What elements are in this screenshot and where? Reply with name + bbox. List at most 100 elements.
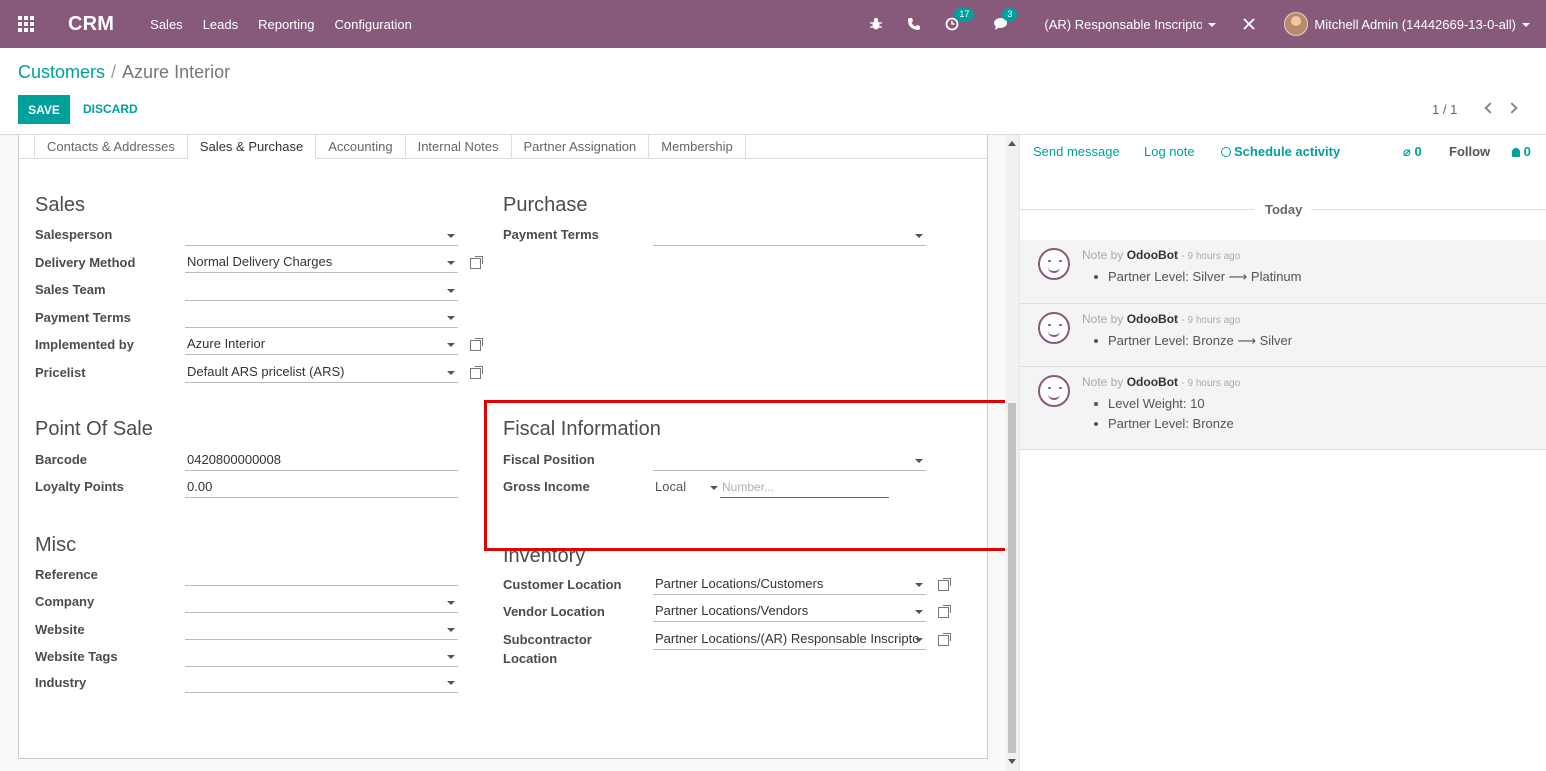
message-prefix: Note by [1082, 312, 1124, 326]
chevron-down-icon [915, 638, 923, 642]
chevron-down-icon [915, 583, 923, 587]
company-switcher[interactable]: (AR) Responsable Inscripto [1044, 16, 1217, 33]
scroll-down-icon[interactable] [1008, 759, 1016, 764]
company-name: (AR) Responsable Inscripto [1044, 17, 1203, 33]
message-author[interactable]: OdooBot [1127, 248, 1178, 262]
message-author[interactable]: OdooBot [1127, 312, 1178, 326]
company-field[interactable] [185, 592, 458, 613]
user-icon [1512, 148, 1520, 157]
pager-next-icon[interactable] [1506, 98, 1522, 118]
user-menu[interactable]: Mitchell Admin (14442669-13-0-all) [1314, 17, 1530, 32]
vendor-location-label: Vendor Location [503, 604, 605, 619]
external-link-icon[interactable] [938, 633, 951, 646]
followers-button[interactable]: 0 [1512, 144, 1531, 159]
send-message-button[interactable]: Send message [1033, 144, 1120, 159]
website-field[interactable] [185, 619, 458, 640]
messages-icon[interactable]: 3 [993, 8, 1018, 31]
odoobot-avatar-icon [1038, 248, 1070, 280]
external-link-icon[interactable] [938, 578, 951, 591]
pager-previous-icon[interactable] [1482, 98, 1496, 118]
message-tracking-line: Partner Level: Bronze ⟶ Silver [1093, 333, 1293, 348]
external-link-icon[interactable] [470, 366, 483, 379]
sales-team-field[interactable] [185, 280, 458, 301]
form-scrollbar[interactable] [1005, 135, 1019, 771]
chevron-down-icon [447, 234, 455, 238]
activity-badge: 17 [954, 8, 975, 21]
notebook-tabs: Contacts & Addresses Sales & Purchase Ac… [34, 135, 746, 159]
fiscal-position-label: Fiscal Position [503, 452, 595, 467]
subcontractor-location-label: Subcontractor [503, 632, 592, 647]
loyalty-points-input[interactable]: 0.00 [185, 477, 458, 498]
scroll-up-icon[interactable] [1008, 141, 1016, 146]
today-label: Today [1265, 202, 1303, 217]
fiscal-position-field[interactable] [653, 450, 926, 471]
top-navbar: CRM Sales Leads Reporting Configuration … [0, 0, 1546, 48]
scroll-thumb[interactable] [1008, 403, 1016, 753]
chevron-down-icon [710, 486, 718, 490]
message-tracking-line: Partner Level: Silver ⟶ Platinum [1094, 269, 1302, 284]
tab-contacts-addresses[interactable]: Contacts & Addresses [34, 135, 188, 159]
phone-icon[interactable] [907, 17, 921, 31]
vendor-location-field[interactable]: Partner Locations/Vendors [653, 601, 926, 622]
subcontractor-location-field[interactable]: Partner Locations/(AR) Responsable Inscr… [653, 629, 926, 650]
message-time: - 9 hours ago [1181, 378, 1241, 389]
reference-label: Reference [35, 567, 98, 582]
tab-partner-assignation[interactable]: Partner Assignation [510, 135, 650, 159]
save-button[interactable]: SAVE [18, 95, 70, 124]
message-prefix: Note by [1082, 375, 1124, 389]
menu-sales[interactable]: Sales [150, 17, 183, 32]
external-link-icon[interactable] [470, 256, 483, 269]
delivery-method-value: Normal Delivery Charges [187, 254, 333, 269]
log-note-button[interactable]: Log note [1144, 144, 1195, 159]
pricelist-label: Pricelist [35, 365, 86, 380]
external-link-icon[interactable] [470, 338, 483, 351]
industry-field[interactable] [185, 672, 458, 693]
follow-button[interactable]: Follow [1449, 144, 1490, 159]
customer-location-field[interactable]: Partner Locations/Customers [653, 574, 926, 595]
breadcrumb: Customers / Azure Interior [18, 62, 230, 83]
pager-value[interactable]: 1 / 1 [1432, 102, 1457, 117]
website-label: Website [35, 622, 85, 637]
tab-membership[interactable]: Membership [648, 135, 746, 159]
gross-income-type-select[interactable]: Local [653, 477, 721, 498]
odoobot-avatar-icon [1038, 375, 1070, 407]
attachments-button[interactable]: ⌀ 0 [1403, 144, 1422, 160]
industry-label: Industry [35, 675, 87, 690]
clock-icon [1221, 147, 1231, 157]
message-author[interactable]: OdooBot [1127, 375, 1178, 389]
apps-menu-icon[interactable] [0, 0, 52, 48]
tab-accounting[interactable]: Accounting [315, 135, 406, 159]
delivery-method-field[interactable]: Normal Delivery Charges [185, 252, 458, 273]
activity-clock-icon[interactable]: 17 [945, 8, 975, 31]
schedule-activity-button[interactable]: Schedule activity [1221, 144, 1340, 159]
chevron-down-icon [447, 289, 455, 293]
menu-configuration[interactable]: Configuration [334, 17, 411, 32]
tools-icon[interactable] [1242, 17, 1256, 31]
tab-sales-purchase[interactable]: Sales & Purchase [186, 135, 317, 159]
breadcrumb-customers[interactable]: Customers [18, 62, 105, 82]
gross-income-label: Gross Income [503, 479, 590, 494]
website-tags-label: Website Tags [35, 649, 118, 664]
barcode-label: Barcode [35, 452, 88, 467]
salesperson-field[interactable] [185, 225, 458, 246]
external-link-icon[interactable] [938, 605, 951, 618]
purchase-payment-terms-field[interactable] [653, 225, 926, 246]
app-brand[interactable]: CRM [68, 13, 114, 36]
tab-internal-notes[interactable]: Internal Notes [404, 135, 512, 159]
implemented-by-field[interactable]: Azure Interior [185, 334, 458, 355]
website-tags-field[interactable] [185, 646, 458, 667]
pricelist-field[interactable]: Default ARS pricelist (ARS) [185, 362, 458, 383]
sales-payment-terms-field[interactable] [185, 307, 458, 328]
subcontractor-location-value: Partner Locations/(AR) Responsable Inscr… [655, 631, 920, 646]
user-avatar[interactable] [1284, 12, 1309, 36]
menu-reporting[interactable]: Reporting [258, 17, 314, 32]
reference-input[interactable] [185, 565, 458, 586]
chevron-down-icon [915, 459, 923, 463]
chevron-down-icon [447, 371, 455, 375]
barcode-input[interactable]: 0420800000008 [185, 450, 458, 471]
chevron-down-icon [915, 234, 923, 238]
bug-icon[interactable] [869, 17, 883, 31]
gross-income-number-input[interactable]: Number... [720, 477, 889, 498]
menu-leads[interactable]: Leads [203, 17, 238, 32]
discard-button[interactable]: DISCARD [83, 102, 138, 116]
